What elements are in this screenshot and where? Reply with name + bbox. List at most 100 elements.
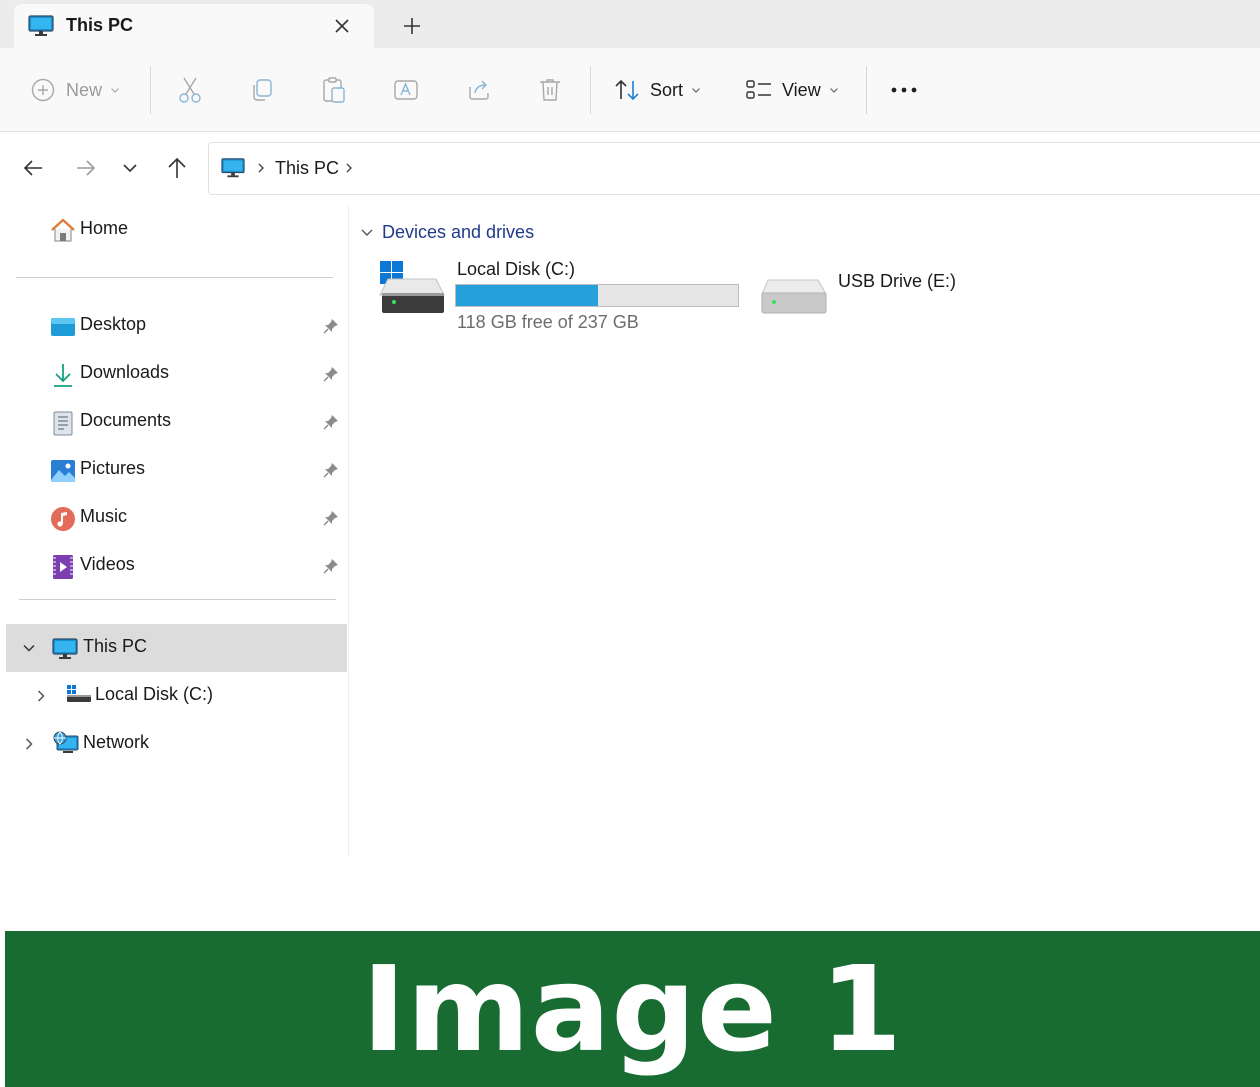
sidebar-separator (16, 277, 333, 278)
drive-usage-fill (456, 285, 598, 306)
drive-name: USB Drive (E:) (838, 271, 957, 291)
arrow-left-icon (23, 160, 42, 176)
copy-icon (253, 79, 272, 101)
sidebar-item-label: Desktop (80, 314, 147, 334)
back-button[interactable] (18, 153, 48, 183)
tab-this-pc[interactable]: This PC (14, 4, 374, 48)
sidebar-item-videos[interactable]: Videos (0, 542, 347, 590)
sidebar-item-network[interactable]: Network (0, 720, 347, 768)
more-icon (891, 87, 917, 93)
music-icon (51, 507, 75, 531)
sidebar-item-documents[interactable]: Documents (0, 398, 347, 446)
pin-icon[interactable] (322, 461, 340, 479)
computer-icon (28, 15, 54, 36)
view-label: View (782, 79, 821, 100)
delete-icon (540, 79, 560, 101)
sidebar-item-label: Documents (80, 410, 172, 430)
home-icon (51, 218, 75, 242)
pictures-icon (51, 460, 75, 482)
command-bar: New Sort View (0, 48, 1260, 132)
toolbar-separator (866, 66, 867, 114)
sort-icon (615, 79, 639, 101)
sidebar-separator (19, 599, 336, 600)
sidebar-item-pictures[interactable]: Pictures (0, 446, 347, 494)
sidebar-item-downloads[interactable]: Downloads (0, 350, 347, 398)
pin-icon[interactable] (322, 365, 340, 383)
chevron-down-icon (123, 164, 137, 173)
view-icon (746, 80, 771, 99)
sidebar-item-this-pc[interactable]: This PC (6, 624, 347, 672)
paste-button[interactable] (321, 48, 347, 132)
computer-icon (52, 638, 78, 659)
share-button[interactable] (466, 48, 492, 132)
chevron-down-icon[interactable] (360, 227, 374, 239)
usb-drive-icon (761, 279, 827, 314)
new-label: New (66, 79, 103, 100)
chevron-right-icon[interactable] (343, 161, 355, 175)
breadcrumb-this-pc[interactable]: This PC (275, 158, 339, 179)
local-disk-icon (379, 261, 445, 313)
pane-divider[interactable] (348, 206, 349, 856)
sidebar-item-label: Downloads (80, 362, 170, 382)
title-bar: This PC (0, 0, 1260, 48)
new-button[interactable]: New (30, 48, 120, 132)
toolbar-separator (590, 66, 591, 114)
caption-banner: Image 1 (5, 931, 1260, 1087)
videos-icon (53, 555, 73, 579)
more-options-button[interactable] (890, 48, 918, 132)
new-tab-button[interactable] (398, 12, 426, 40)
sidebar-item-home[interactable]: Home (0, 206, 347, 254)
documents-icon (53, 411, 73, 436)
share-icon (469, 80, 489, 100)
pin-icon[interactable] (322, 413, 340, 431)
sidebar-item-label: Music (80, 506, 128, 526)
sidebar-item-label: Network (83, 732, 150, 752)
computer-icon (221, 158, 245, 178)
tab-title: This PC (66, 15, 134, 35)
forward-button[interactable] (71, 153, 101, 183)
arrow-right-icon (77, 160, 96, 176)
toolbar-separator (150, 66, 151, 114)
network-icon (53, 731, 79, 753)
sidebar-item-local-disk[interactable]: Local Disk (C:) (0, 672, 347, 720)
local-disk-icon (67, 685, 91, 702)
sidebar-item-label: Pictures (80, 458, 146, 478)
sort-label: Sort (650, 79, 684, 100)
paste-icon (323, 77, 345, 103)
rename-icon (394, 80, 418, 100)
downloads-icon (54, 364, 72, 387)
pin-icon[interactable] (322, 317, 340, 335)
sidebar-item-music[interactable]: Music (0, 494, 347, 542)
chevron-right-icon[interactable] (255, 161, 267, 175)
caption-text: Image 1 (361, 940, 904, 1078)
chevron-down-icon (829, 88, 838, 93)
rename-button[interactable] (393, 48, 419, 132)
close-tab-icon[interactable] (330, 14, 354, 38)
new-icon (31, 78, 55, 102)
arrow-up-icon (168, 157, 186, 178)
sidebar-item-label: This PC (83, 636, 148, 656)
cut-button[interactable] (177, 48, 203, 132)
chevron-down-icon (692, 88, 700, 93)
address-bar[interactable]: This PC (208, 142, 1260, 195)
recent-locations-button[interactable] (115, 153, 145, 183)
chevron-right-icon[interactable] (22, 737, 36, 751)
copy-button[interactable] (249, 48, 275, 132)
sidebar-item-label: Videos (80, 554, 135, 574)
sidebar-item-desktop[interactable]: Desktop (0, 302, 347, 350)
chevron-down-icon (111, 88, 119, 93)
drive-name: Local Disk (C:) (457, 259, 576, 279)
sort-button[interactable]: Sort (614, 48, 701, 132)
delete-button[interactable] (538, 48, 562, 132)
chevron-right-icon[interactable] (34, 689, 48, 703)
pin-icon[interactable] (322, 509, 340, 527)
pin-icon[interactable] (322, 557, 340, 575)
chevron-down-icon[interactable] (22, 641, 36, 655)
group-header-devices-and-drives[interactable]: Devices and drives (382, 222, 534, 243)
drive-usage-bar (455, 284, 739, 307)
view-button[interactable]: View (746, 48, 839, 132)
sidebar-item-label: Local Disk (C:) (95, 684, 214, 704)
drive-free-space: 118 GB free of 237 GB (457, 312, 639, 332)
sidebar-item-label: Home (80, 218, 129, 238)
up-button[interactable] (162, 153, 192, 183)
